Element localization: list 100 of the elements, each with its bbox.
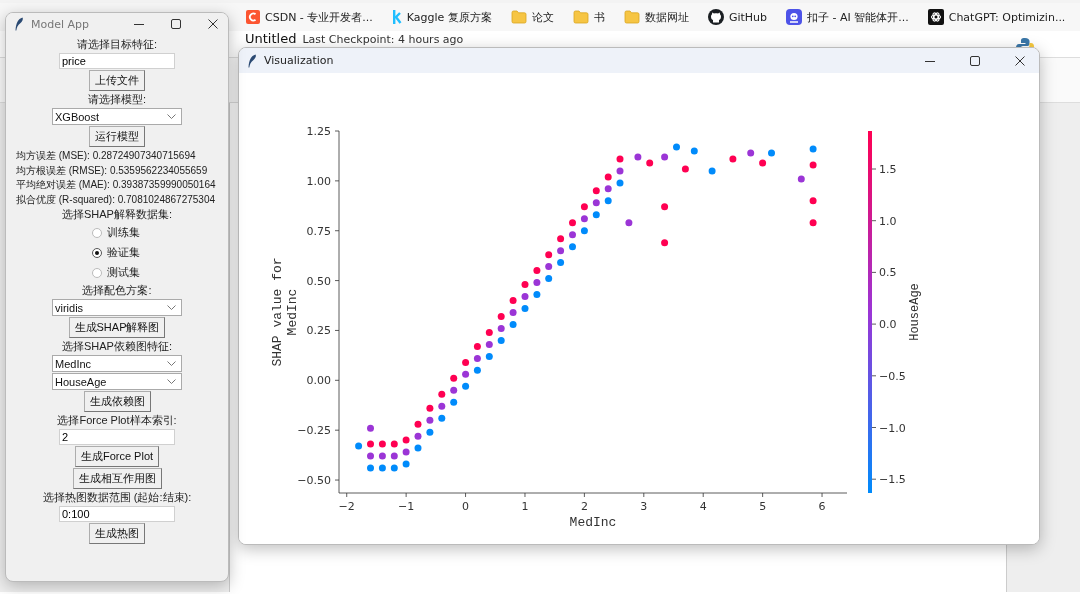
scatter-point [557, 247, 565, 255]
radio-button[interactable] [92, 247, 102, 258]
scatter-point [473, 342, 481, 350]
scatter-point [616, 179, 624, 187]
scatter-point [545, 263, 553, 271]
bookmark-link[interactable]: 扣子 - AI 智能体开... [807, 9, 909, 25]
scatter-point [462, 370, 470, 378]
scatter-point [604, 173, 612, 181]
bookmark-link[interactable]: CSDN - 专业开发者... [265, 9, 373, 25]
action-button[interactable]: 生成相互作用图 [72, 468, 162, 489]
tick-label: 0.0 [879, 318, 897, 332]
action-button[interactable]: 生成SHAP解释图 [68, 317, 166, 338]
scatter-point [625, 219, 633, 227]
tick-label: −0.25 [297, 424, 331, 438]
action-button[interactable]: 运行模型 [89, 126, 145, 147]
action-button[interactable]: 生成Force Plot [74, 446, 160, 467]
scatter-point [592, 187, 600, 195]
folder-icon [623, 10, 640, 24]
scatter-point [690, 147, 698, 155]
folder-icon [510, 10, 527, 24]
tick-label: 1.5 [879, 163, 897, 176]
radio-label[interactable]: 验证集 [107, 245, 140, 260]
scatter-point [768, 149, 775, 157]
feather-icon [247, 53, 257, 68]
text-field[interactable]: price [59, 53, 175, 69]
bookmark-link[interactable]: 论文 [531, 9, 554, 25]
bookmark-link[interactable]: Kaggle 复原方案 [406, 9, 492, 25]
scatter-point [809, 145, 817, 153]
tick-label: −1 [398, 500, 415, 513]
window-title: Model App [31, 17, 90, 31]
scatter-point [569, 219, 576, 227]
maximize-icon [171, 19, 181, 29]
text-field[interactable]: 2 [59, 429, 175, 445]
tick-label: 1 [521, 500, 529, 513]
scatter-point [646, 159, 654, 167]
form-label: 请选择模型: [87, 92, 147, 107]
form-label: 选择热图数据范围 (起始:结束): [42, 490, 192, 505]
dropdown[interactable]: XGBoost [52, 108, 182, 125]
scatter-point [747, 149, 755, 157]
scatter-point [797, 175, 805, 183]
action-button[interactable]: 上传文件 [89, 70, 145, 91]
scatter-point [509, 321, 517, 328]
radio-button[interactable] [92, 267, 102, 278]
bookmark-link[interactable]: GitHub [728, 10, 767, 24]
scatter-point [545, 251, 553, 259]
scatter-point [390, 452, 398, 460]
notebook-title[interactable]: Untitled [245, 32, 297, 46]
dropdown[interactable]: HouseAge [52, 373, 182, 390]
radio-label[interactable]: 测试集 [107, 265, 140, 280]
scatter-point [438, 414, 446, 422]
close-icon [1015, 55, 1025, 66]
scatter-point [450, 398, 458, 406]
scatter-point [426, 428, 434, 436]
dropdown[interactable]: MedInc [52, 355, 182, 372]
scatter-point [592, 199, 600, 207]
scatter-point [438, 390, 446, 398]
scatter-point [367, 464, 374, 472]
scatter-point [521, 305, 529, 312]
tick-label: 6 [818, 500, 826, 513]
tick-label: 5 [759, 500, 767, 513]
text-field[interactable]: 0:100 [59, 506, 175, 522]
scatter-point [426, 404, 434, 412]
scatter-point [378, 452, 386, 460]
scatter-point [509, 309, 517, 316]
scatter-point [497, 336, 505, 344]
radio-button[interactable] [92, 227, 102, 238]
form-label: 请选择目标特征: [76, 37, 158, 52]
scatter-point [616, 155, 624, 163]
checkpoint-text: Last Checkpoint: 4 hours ago [302, 33, 464, 47]
scatter-point [729, 155, 737, 163]
scatter-point [580, 203, 588, 211]
cat-icon [707, 9, 724, 25]
dropdown[interactable]: viridis [52, 299, 182, 316]
scatter-point [533, 291, 541, 298]
scatter-point [604, 185, 612, 193]
tick-label: 1.25 [306, 125, 331, 138]
tick-label: 0.50 [306, 274, 331, 288]
scatter-point [604, 197, 612, 205]
scatter-point [426, 416, 434, 424]
radio-label[interactable]: 训练集 [107, 225, 140, 240]
scatter-point [473, 354, 481, 362]
action-button[interactable]: 生成依赖图 [83, 391, 151, 412]
metric-text: 均方根误差 (RMSE): 0.5359562234055659 [16, 163, 208, 177]
scatter-point [592, 211, 600, 219]
scatter-point [402, 460, 410, 468]
bookmark-link[interactable]: 数据网址 [644, 9, 689, 25]
form-label: 选择SHAP依赖图特征: [62, 339, 172, 354]
form-label: 选择Force Plot样本索引: [57, 413, 177, 428]
scatter-point [681, 165, 689, 173]
scatter-point [580, 215, 588, 223]
tick-label: 1.00 [306, 174, 331, 188]
scatter-point [569, 243, 576, 251]
scatter-point [390, 440, 398, 448]
logo-icon [391, 10, 402, 24]
bookmark-link[interactable]: 书 [593, 9, 605, 25]
action-button[interactable]: 生成热图 [89, 523, 145, 544]
scatter-point [809, 219, 817, 227]
bookmark-link[interactable]: ChatGPT: Optimizin... [948, 10, 1066, 24]
scatter-point [533, 279, 541, 287]
tick-label: 0.00 [306, 374, 331, 388]
